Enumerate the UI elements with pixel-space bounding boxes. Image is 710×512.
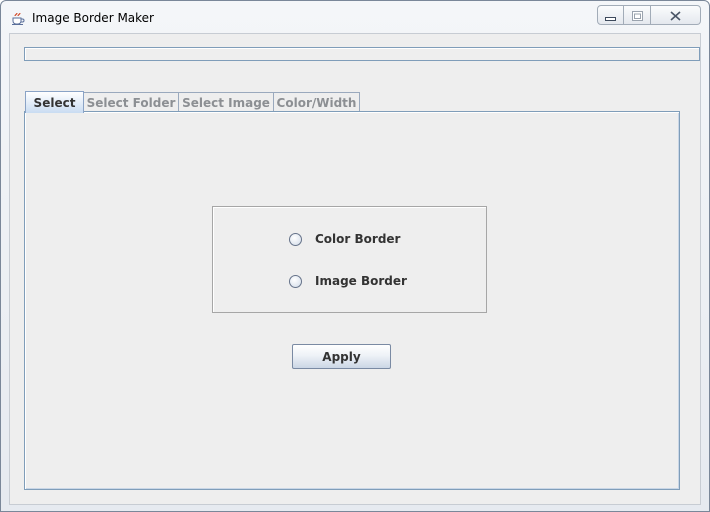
apply-button[interactable]: Apply [292,344,391,369]
progress-bar [24,47,700,61]
image-border-option[interactable]: Image Border [289,273,407,289]
image-border-label: Image Border [315,274,407,288]
border-type-group: Color Border Image Border [212,206,487,313]
tab-select-image[interactable]: Select Image [178,92,274,112]
color-border-option[interactable]: Color Border [289,231,400,247]
tab-color-width[interactable]: Color/Width [273,92,360,112]
app-window: Image Border Maker Select Select Folder … [0,0,710,512]
tab-select[interactable]: Select [25,91,84,113]
title-bar[interactable]: Image Border Maker [1,1,709,33]
caption-buttons [597,5,707,25]
maximize-icon [631,6,643,25]
java-coffee-cup-icon [10,10,26,26]
image-border-radio[interactable] [289,274,302,288]
client-area: Select Select Folder Select Image Color/… [9,33,701,505]
color-border-label: Color Border [315,232,401,246]
minimize-icon [605,6,616,25]
window-title: Image Border Maker [32,11,154,25]
close-button[interactable] [651,5,701,25]
maximize-button[interactable] [624,5,651,25]
close-icon [670,6,681,25]
color-border-radio[interactable] [289,232,302,246]
minimize-button[interactable] [597,5,624,25]
tab-panel-select: Color Border Image Border Apply [24,111,680,490]
tab-select-folder[interactable]: Select Folder [83,92,179,112]
